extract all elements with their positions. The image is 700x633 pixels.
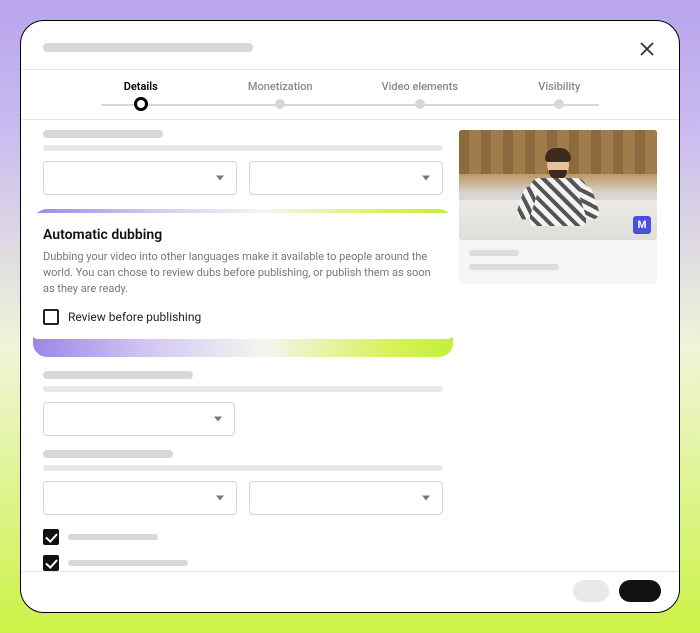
step-dot-active	[134, 97, 148, 111]
dropdown[interactable]	[43, 161, 237, 195]
step-video-elements[interactable]: Video elements	[350, 80, 490, 109]
select-row	[43, 402, 443, 436]
step-dot	[554, 99, 564, 109]
meta-placeholder	[469, 264, 559, 270]
thumbnail-person	[528, 152, 588, 230]
modal-header	[21, 21, 679, 69]
left-column: Automatic dubbing Dubbing your video int…	[43, 130, 443, 571]
automatic-dubbing-card: Automatic dubbing Dubbing your video int…	[29, 213, 457, 339]
chevron-down-icon	[214, 416, 222, 421]
chevron-down-icon	[422, 495, 430, 500]
step-label: Monetization	[248, 80, 313, 93]
video-thumbnail[interactable]: M	[459, 130, 657, 240]
back-button[interactable]	[573, 580, 609, 602]
dropdown[interactable]	[43, 402, 235, 436]
checkbox-checked-icon	[43, 555, 59, 571]
modal-title-placeholder	[43, 43, 253, 52]
close-icon	[639, 41, 655, 57]
upload-modal: Details Monetization Video elements Visi…	[20, 20, 680, 613]
chevron-down-icon	[216, 495, 224, 500]
step-label: Video elements	[382, 80, 458, 93]
chevron-down-icon	[422, 176, 430, 181]
checkbox-checked-icon	[43, 529, 59, 545]
dropdown[interactable]	[249, 161, 443, 195]
highlight-border: Automatic dubbing Dubbing your video int…	[33, 209, 453, 357]
chevron-down-icon	[216, 176, 224, 181]
select-row	[43, 481, 443, 515]
checkbox-label: Review before publishing	[68, 310, 201, 324]
meta-placeholder	[469, 250, 519, 256]
step-dot	[415, 99, 425, 109]
right-column: M	[459, 130, 657, 571]
thumbnail-badge: M	[633, 216, 651, 234]
stepper: Details Monetization Video elements Visi…	[21, 70, 679, 119]
step-dot	[275, 99, 285, 109]
option-checkbox[interactable]	[43, 555, 443, 571]
section-placeholder	[43, 130, 443, 151]
modal-footer	[21, 571, 679, 612]
option-checkbox[interactable]	[43, 529, 443, 545]
dropdown[interactable]	[249, 481, 443, 515]
section-placeholder	[43, 450, 443, 471]
checkbox-list	[43, 529, 443, 571]
next-button[interactable]	[619, 580, 661, 602]
dubbing-title: Automatic dubbing	[43, 227, 443, 243]
section-placeholder	[43, 371, 443, 392]
step-label: Details	[124, 80, 158, 93]
review-before-publishing-checkbox[interactable]: Review before publishing	[43, 309, 443, 325]
step-label: Visibility	[538, 80, 580, 93]
option-label-placeholder	[68, 560, 188, 566]
select-row	[43, 161, 443, 195]
dropdown[interactable]	[43, 481, 237, 515]
close-button[interactable]	[637, 39, 657, 59]
modal-body: Automatic dubbing Dubbing your video int…	[21, 120, 679, 571]
checkbox-icon	[43, 309, 59, 325]
step-monetization[interactable]: Monetization	[211, 80, 351, 109]
step-visibility[interactable]: Visibility	[490, 80, 630, 109]
dubbing-description: Dubbing your video into other languages …	[43, 249, 443, 297]
step-details[interactable]: Details	[71, 80, 211, 111]
thumbnail-meta	[459, 240, 657, 284]
option-label-placeholder	[68, 534, 158, 540]
